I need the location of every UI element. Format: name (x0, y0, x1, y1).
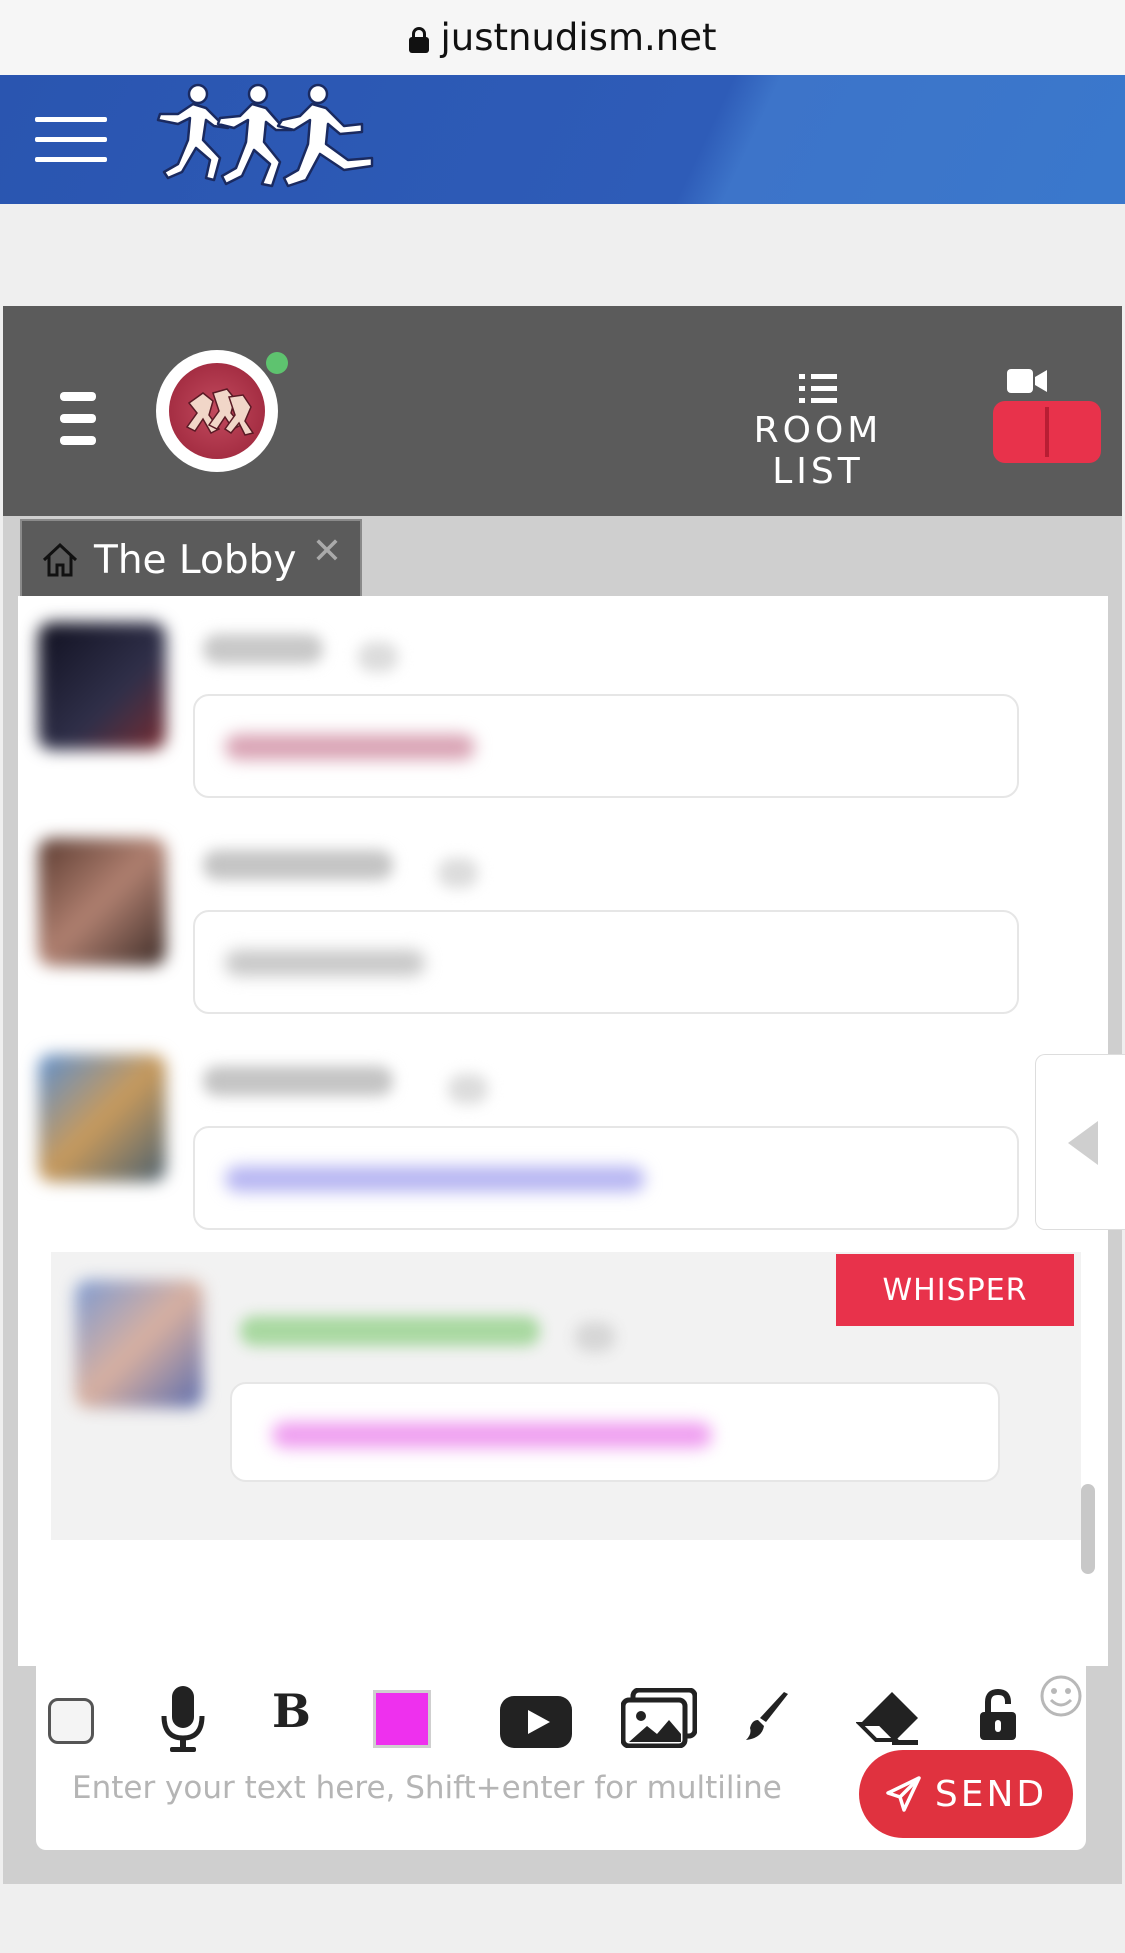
message-composer: B Enter your text here, Shift+enter for … (36, 1648, 1086, 1850)
timestamp (575, 1322, 615, 1352)
brush-icon[interactable] (744, 1692, 790, 1742)
close-icon[interactable]: ✕ (312, 531, 342, 572)
username (203, 1066, 393, 1096)
site-header (0, 75, 1125, 204)
home-icon (42, 542, 78, 577)
unlock-icon[interactable] (978, 1688, 1018, 1742)
side-panel-toggle[interactable] (1035, 1054, 1125, 1230)
online-status-dot (266, 352, 288, 374)
camera-toggle[interactable] (993, 401, 1101, 463)
avatar (38, 622, 166, 750)
send-label: SEND (934, 1773, 1048, 1815)
message-bubble (193, 694, 1019, 798)
avatar (38, 838, 166, 966)
browser-url-bar[interactable]: justnudism.net (0, 0, 1125, 75)
room-list-label: ROOM LIST (753, 410, 883, 492)
avatar-logo-icon (185, 388, 255, 436)
smiley-icon[interactable] (1039, 1674, 1083, 1718)
message-text (225, 734, 475, 760)
user-avatar[interactable] (156, 350, 278, 472)
bold-icon[interactable]: B (272, 1684, 311, 1738)
video-camera-icon (1007, 369, 1047, 393)
checkbox[interactable] (48, 1698, 94, 1744)
youtube-icon[interactable] (500, 1696, 572, 1748)
site-logo[interactable] (148, 80, 398, 200)
tab-the-lobby[interactable]: The Lobby ✕ (20, 519, 362, 599)
list-icon (799, 374, 837, 404)
eraser-icon[interactable] (856, 1688, 922, 1746)
message-list[interactable] (18, 596, 1108, 1666)
message-text (225, 950, 425, 976)
message-bubble (230, 1382, 1000, 1482)
message-bubble (193, 1126, 1019, 1230)
collapse-arrow-icon (1068, 1121, 1098, 1165)
url-text: justnudism.net (440, 16, 717, 59)
username (203, 850, 393, 880)
message-input[interactable]: Enter your text here, Shift+enter for mu… (72, 1770, 782, 1806)
timestamp (438, 858, 478, 888)
avatar (75, 1280, 203, 1408)
hamburger-icon[interactable] (35, 117, 107, 163)
timestamp (448, 1074, 488, 1104)
timestamp (358, 642, 398, 672)
message-bubble (193, 910, 1019, 1014)
menu-icon[interactable] (60, 392, 96, 446)
send-button[interactable]: SEND (859, 1750, 1073, 1838)
microphone-icon[interactable] (160, 1686, 206, 1754)
tab-label: The Lobby (94, 537, 297, 583)
chat-topbar: ROOM LIST (3, 306, 1122, 516)
room-list-button[interactable]: ROOM LIST (703, 366, 933, 492)
message-text (272, 1422, 712, 1448)
username (240, 1316, 540, 1346)
message-text (225, 1166, 645, 1192)
send-icon (886, 1776, 921, 1812)
images-icon[interactable] (621, 1688, 697, 1748)
scrollbar[interactable] (1081, 1484, 1095, 1574)
avatar (38, 1054, 166, 1182)
whisper-button[interactable]: WHISPER (836, 1254, 1074, 1326)
text-color-swatch[interactable] (373, 1690, 431, 1748)
lock-icon (408, 26, 429, 53)
username (203, 634, 323, 664)
